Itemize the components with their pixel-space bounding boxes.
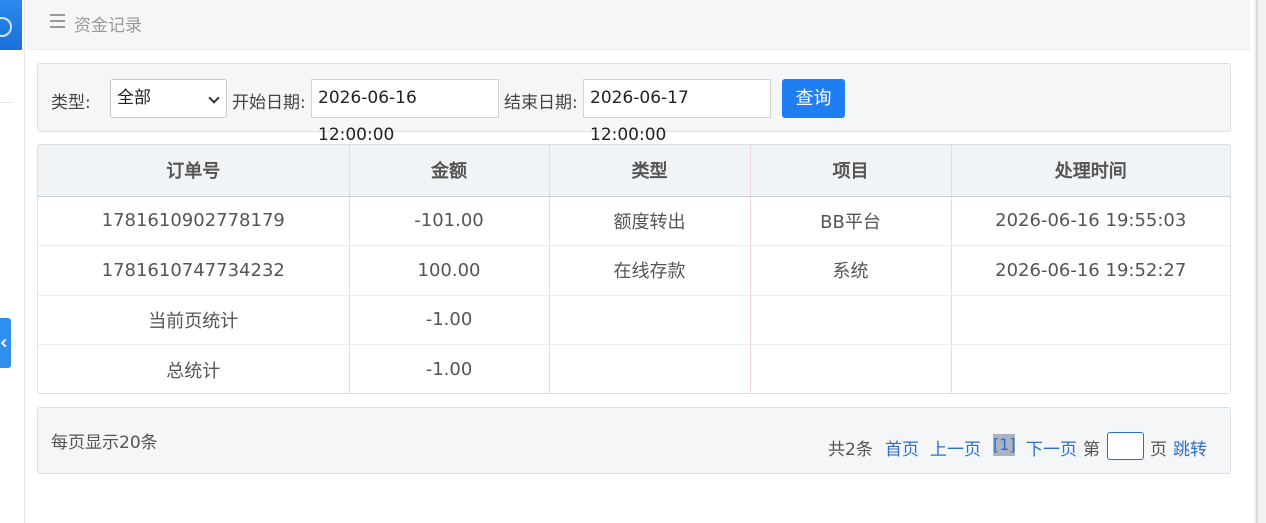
col-process-time[interactable]: 处理时间 [951,145,1230,197]
scrollbar[interactable] [1254,0,1266,523]
total-empty [951,345,1230,394]
cell-type: 额度转出 [549,196,751,246]
table-row: 1781610902778179 -101.00 额度转出 BB平台 2026-… [38,196,1230,246]
sidebar-divider [0,102,12,103]
type-select[interactable]: 全部 [110,79,227,118]
sidebar-toggle-button[interactable] [0,318,11,368]
menu-icon[interactable] [50,14,65,28]
records-table: 订单号 金额 类型 项目 处理时间 1781610902778179 -101.… [37,144,1231,394]
summary-empty [951,295,1230,345]
table-header-row: 订单号 金额 类型 项目 处理时间 [38,145,1230,197]
type-label: 类型: [51,93,91,113]
cell-process-time: 2026-06-16 19:55:03 [951,196,1230,246]
cell-project: 系统 [750,245,952,296]
next-page-link[interactable]: 下一页 [1026,435,1077,460]
col-type[interactable]: 类型 [549,145,751,197]
goto-page-input[interactable] [1107,432,1144,460]
per-page-text: 每页显示20条 [51,433,158,453]
logo-icon [0,0,22,50]
total-empty [750,344,952,393]
cell-amount: -101.00 [349,196,550,246]
page-title: 资金记录 [74,16,142,36]
goto-prefix: 第 [1083,440,1100,460]
current-page[interactable]: [1] [993,434,1016,456]
pagination-panel: 每页显示20条 共2条 首页 上一页 [1] 下一页 第 页 跳转 [37,407,1231,474]
total-empty [549,344,751,393]
filter-panel: 类型: 全部 开始日期: 2026-06-16 12:00:00 结束日期: 2… [37,63,1231,145]
sidebar-edge [0,0,25,523]
top-header: 资金记录 [26,0,1250,50]
summary-empty [549,295,751,345]
summary-amount: -1.00 [349,295,550,345]
start-date-label: 开始日期: [232,93,306,113]
summary-empty [750,295,952,345]
cell-order-no: 1781610902778179 [38,196,350,246]
type-select-value: 全部 [117,88,151,108]
cell-process-time: 2026-06-16 19:52:27 [951,245,1230,296]
total-label: 总统计 [38,344,350,393]
table-row: 1781610747734232 100.00 在线存款 系统 2026-06-… [38,245,1230,296]
goto-suffix: 页 [1150,440,1167,460]
first-page-link[interactable]: 首页 [885,435,919,460]
page-summary-row: 当前页统计 -1.00 [38,295,1230,345]
cell-type: 在线存款 [549,245,751,296]
col-order-no[interactable]: 订单号 [38,145,350,197]
col-project[interactable]: 项目 [750,145,952,197]
chevron-down-icon [208,92,220,104]
col-amount[interactable]: 金额 [349,145,550,197]
cell-order-no: 1781610747734232 [38,245,350,296]
start-date-input[interactable]: 2026-06-16 12:00:00 [311,79,499,145]
end-date-input[interactable]: 2026-06-17 12:00:00 [583,79,771,145]
end-date-label: 结束日期: [504,93,578,113]
prev-page-link[interactable]: 上一页 [930,435,981,460]
total-amount: -1.00 [349,344,550,393]
query-button[interactable]: 查询 [782,79,845,118]
jump-link[interactable]: 跳转 [1173,435,1207,460]
cell-amount: 100.00 [349,245,550,296]
summary-label: 当前页统计 [38,295,350,345]
total-count: 共2条 [828,440,873,460]
total-summary-row: 总统计 -1.00 [38,344,1230,394]
cell-project: BB平台 [750,196,952,246]
